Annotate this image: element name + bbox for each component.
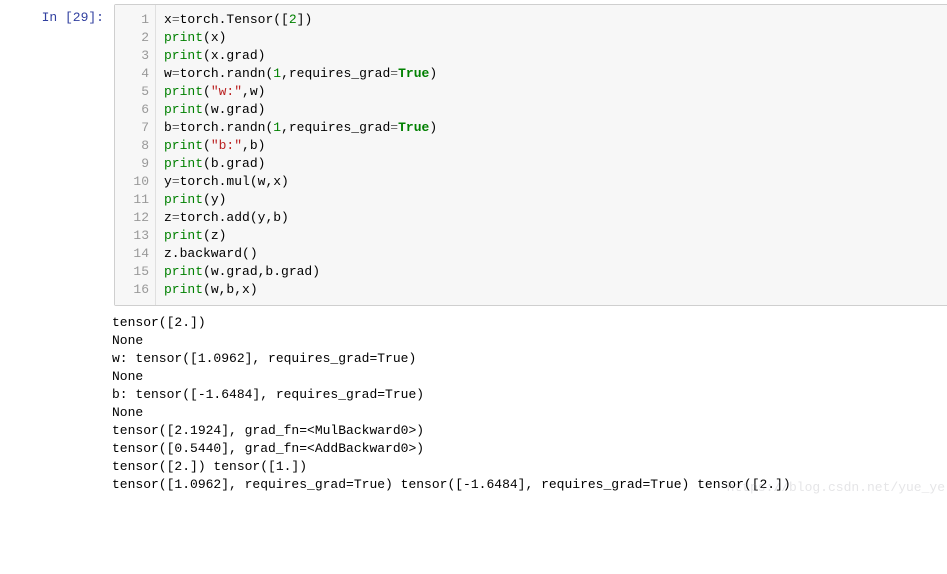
line-number: 10 (115, 173, 149, 191)
code-line[interactable]: print(w.grad) (164, 101, 942, 119)
code-line[interactable]: print(x) (164, 29, 942, 47)
code-line[interactable]: z=torch.add(y,b) (164, 209, 942, 227)
code-line[interactable]: print(w.grad,b.grad) (164, 263, 942, 281)
output-line: None (112, 368, 943, 386)
code-line[interactable]: w=torch.randn(1,requires_grad=True) (164, 65, 942, 83)
code-line[interactable]: b=torch.randn(1,requires_grad=True) (164, 119, 942, 137)
line-number: 2 (115, 29, 149, 47)
output-line: tensor([0.5440], grad_fn=<AddBackward0>) (112, 440, 943, 458)
line-number: 6 (115, 101, 149, 119)
line-number: 3 (115, 47, 149, 65)
code-line[interactable]: z.backward() (164, 245, 942, 263)
line-number: 11 (115, 191, 149, 209)
line-number: 9 (115, 155, 149, 173)
output-area: tensor([2.])Nonew: tensor([1.0962], requ… (104, 306, 947, 498)
code-line[interactable]: print(b.grad) (164, 155, 942, 173)
prompt-label: In [29]: (42, 10, 104, 25)
input-area[interactable]: 12345678910111213141516 x=torch.Tensor([… (114, 4, 947, 306)
line-number: 14 (115, 245, 149, 263)
output-line: tensor([2.]) (112, 314, 943, 332)
code-line[interactable]: print("w:",w) (164, 83, 942, 101)
code-line[interactable]: print(w,b,x) (164, 281, 942, 299)
code-line[interactable]: print(x.grad) (164, 47, 942, 65)
output-line: tensor([2.]) tensor([1.]) (112, 458, 943, 476)
output-line: b: tensor([-1.6484], requires_grad=True) (112, 386, 943, 404)
line-number: 15 (115, 263, 149, 281)
line-number: 5 (115, 83, 149, 101)
line-number-gutter: 12345678910111213141516 (115, 5, 156, 305)
line-number: 8 (115, 137, 149, 155)
code-cell: In [29]: 12345678910111213141516 x=torch… (4, 4, 947, 306)
code-editor[interactable]: x=torch.Tensor([2])print(x)print(x.grad)… (156, 5, 947, 305)
code-line[interactable]: print("b:",b) (164, 137, 942, 155)
line-number: 16 (115, 281, 149, 299)
code-line[interactable]: print(y) (164, 191, 942, 209)
output-line: w: tensor([1.0962], requires_grad=True) (112, 350, 943, 368)
input-prompt: In [29]: (4, 4, 114, 25)
output-line: None (112, 404, 943, 422)
line-number: 12 (115, 209, 149, 227)
code-line[interactable]: x=torch.Tensor([2]) (164, 11, 942, 29)
code-line[interactable]: y=torch.mul(w,x) (164, 173, 942, 191)
line-number: 13 (115, 227, 149, 245)
output-line: tensor([1.0962], requires_grad=True) ten… (112, 476, 943, 494)
code-line[interactable]: print(z) (164, 227, 942, 245)
line-number: 1 (115, 11, 149, 29)
line-number: 4 (115, 65, 149, 83)
line-number: 7 (115, 119, 149, 137)
output-line: None (112, 332, 943, 350)
output-line: tensor([2.1924], grad_fn=<MulBackward0>) (112, 422, 943, 440)
